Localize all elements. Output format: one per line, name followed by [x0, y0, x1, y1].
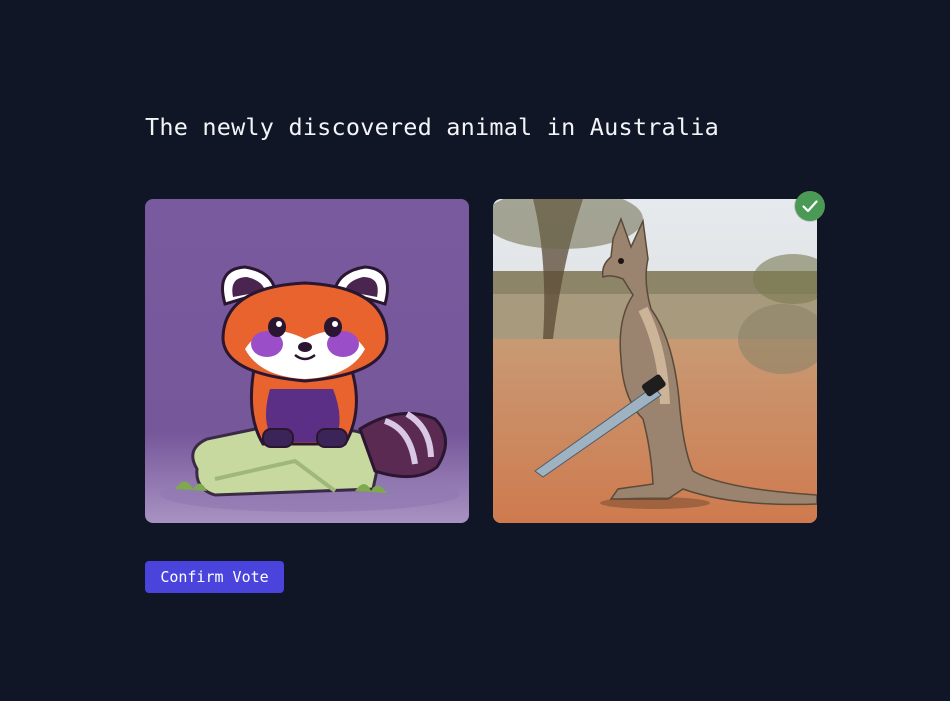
prompt-title: The newly discovered animal in Australia	[145, 113, 719, 141]
option-image-red-panda[interactable]	[145, 199, 469, 523]
red-panda-illustration	[145, 199, 469, 523]
option-image-kangaroo[interactable]	[493, 199, 817, 523]
selected-check-badge	[795, 191, 825, 221]
kangaroo-photo	[493, 199, 817, 523]
confirm-vote-button[interactable]: Confirm Vote	[145, 561, 284, 593]
check-icon	[802, 200, 818, 213]
